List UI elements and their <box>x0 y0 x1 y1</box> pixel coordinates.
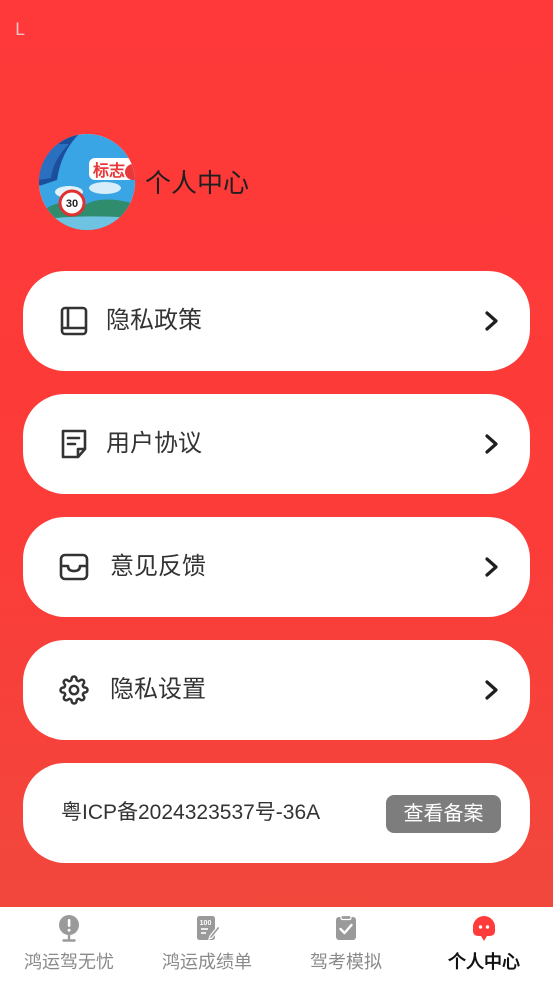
speed-limit-sign: 30 <box>58 189 86 217</box>
tab-label: 驾考模拟 <box>310 952 382 972</box>
status-bar-glyph: L <box>15 20 25 40</box>
tab-label: 鸿运驾无忧 <box>24 952 114 972</box>
scorecard-icon-text: 100 <box>200 920 212 927</box>
icp-record-text: 粤ICP备2024323537号-36A <box>61 801 321 824</box>
alert-pin-icon <box>59 915 79 942</box>
icp-card: 粤ICP备2024323537号-36A 查看备案 <box>23 763 530 863</box>
chevron-right-icon <box>485 311 498 331</box>
gear-icon <box>59 675 89 705</box>
exam-check-icon <box>336 914 356 940</box>
tab-profile[interactable]: 个人中心 <box>415 907 553 984</box>
menu-item-label: 隐私设置 <box>110 676 206 703</box>
menu-item-label: 用户协议 <box>106 430 202 457</box>
chevron-right-icon <box>485 680 498 700</box>
menu-item-user-agreement[interactable]: 用户协议 <box>23 394 530 494</box>
scorecard-icon: 100 <box>197 916 221 940</box>
menu-item-label: 意见反馈 <box>110 553 206 580</box>
tab-label: 个人中心 <box>448 952 520 972</box>
tab-scorecard[interactable]: 100 鸿运成绩单 <box>138 907 276 984</box>
avatar-image: 标志 30 <box>39 134 135 230</box>
profile-ghost-icon <box>473 916 495 941</box>
menu-item-label: 隐私政策 <box>106 307 202 334</box>
avatar[interactable]: 标志 30 <box>39 134 135 230</box>
book-icon <box>60 306 88 336</box>
document-icon <box>61 429 87 459</box>
tab-exam-sim[interactable]: 驾考模拟 <box>277 907 415 984</box>
speed-limit-text: 30 <box>66 198 78 210</box>
menu-item-privacy-policy[interactable]: 隐私政策 <box>23 271 530 371</box>
tab-label: 鸿运成绩单 <box>162 952 252 972</box>
inbox-icon <box>59 553 89 581</box>
page-title: 个人中心 <box>145 168 250 198</box>
chevron-right-icon <box>485 434 498 454</box>
tab-worry-free[interactable]: 鸿运驾无忧 <box>0 907 138 984</box>
menu-item-feedback[interactable]: 意见反馈 <box>23 517 530 617</box>
menu-item-privacy-settings[interactable]: 隐私设置 <box>23 640 530 740</box>
avatar-banner-text: 标志 <box>92 161 125 180</box>
chevron-right-icon <box>485 557 498 577</box>
view-icp-button[interactable]: 查看备案 <box>386 795 501 833</box>
bottom-tab-bar: 鸿运驾无忧 100 鸿运成绩单 驾考模拟 个人中心 <box>0 907 553 984</box>
